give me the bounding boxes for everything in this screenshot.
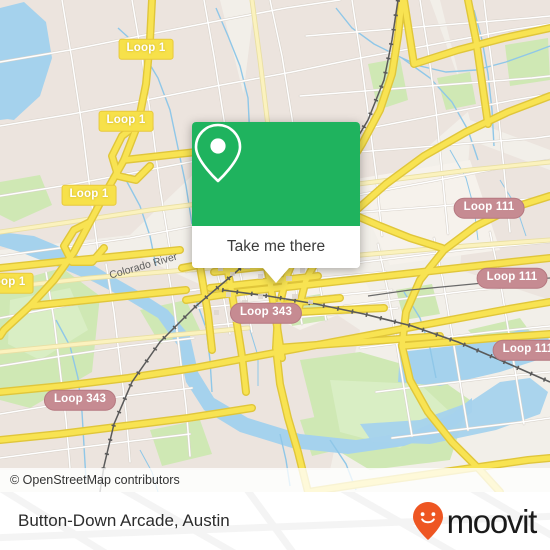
moovit-map-screenshot: Colorado River Loop 1 Loop 1 Loop 1 Loop… xyxy=(0,0,550,550)
popup-body: Take me there xyxy=(192,122,360,268)
place-title: Button-Down Arcade, Austin xyxy=(18,511,230,530)
shield-loop-1-c: Loop 1 xyxy=(61,184,117,206)
popup-cta-label: Take me there xyxy=(226,238,326,255)
footer-bar: Button-Down Arcade, Austin moovit xyxy=(0,492,550,550)
shield-loop-343-a: Loop 343 xyxy=(229,302,303,324)
shield-loop-1-b: Loop 1 xyxy=(98,110,154,132)
shield-loop-111-c: Loop 111 xyxy=(492,339,550,361)
shield-loop-111-b: Loop 111 xyxy=(476,267,548,289)
shield-loop-111-a: Loop 111 xyxy=(453,197,525,219)
map-pin-icon xyxy=(194,123,242,183)
moovit-brand[interactable]: moovit xyxy=(412,501,538,541)
map-canvas[interactable]: Colorado River Loop 1 Loop 1 Loop 1 Loop… xyxy=(0,0,550,492)
location-popup[interactable]: Take me there xyxy=(192,122,360,283)
moovit-smiley-pin-icon xyxy=(412,502,443,540)
shield-loop-1-d: Loop 1 xyxy=(0,272,34,294)
map-attribution-bar: © OpenStreetMap contributors xyxy=(0,468,550,492)
popup-cta[interactable]: Take me there xyxy=(192,226,360,268)
shield-loop-1-a: Loop 1 xyxy=(118,38,174,60)
shield-loop-343-b: Loop 343 xyxy=(43,389,117,411)
moovit-wordmark: moovit xyxy=(446,502,538,540)
map-attribution-text: © OpenStreetMap contributors xyxy=(10,473,180,487)
popup-icon-area xyxy=(192,122,360,226)
popup-tail xyxy=(263,268,289,283)
